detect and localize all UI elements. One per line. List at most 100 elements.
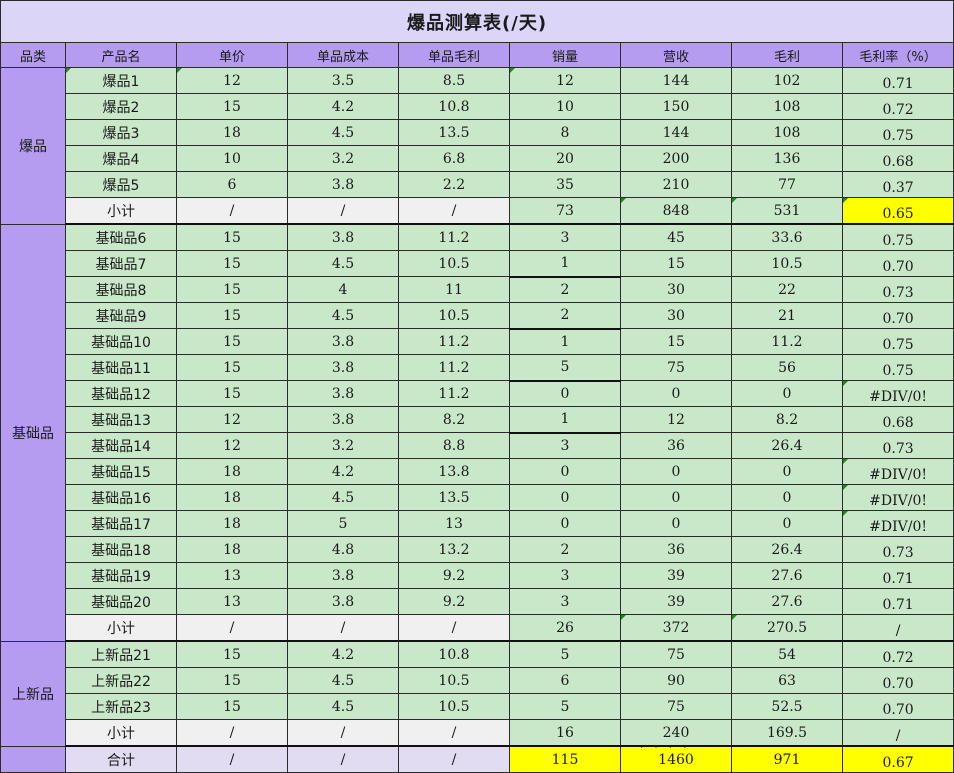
unit-profit-cell[interactable]: 9.2 (398, 562, 510, 589)
margin-rate-cell[interactable]: 0.68 (841, 406, 954, 433)
product-name-cell[interactable]: 基础品11 (65, 354, 177, 381)
sales-cell[interactable]: 3 (509, 223, 621, 251)
subtotal-product-name-cell[interactable]: 小计 (65, 197, 177, 225)
sales-cell[interactable]: 2 (509, 276, 621, 303)
unit-profit-cell[interactable]: 9.2 (398, 588, 510, 615)
gross-profit-cell[interactable]: 136 (731, 145, 843, 172)
unit-cost-cell[interactable]: 3.5 (287, 67, 399, 94)
sales-cell[interactable]: 1 (509, 328, 621, 355)
unit-price-cell[interactable]: 12 (176, 406, 288, 433)
unit-cost-cell[interactable]: 4.8 (287, 536, 399, 563)
unit-cost-cell[interactable]: 4.2 (287, 458, 399, 485)
margin-rate-cell[interactable]: 0.68 (841, 145, 954, 172)
gross-profit-cell[interactable]: 0 (731, 458, 843, 485)
gross-profit-cell[interactable]: 108 (731, 93, 843, 120)
unit-price-cell[interactable]: 15 (176, 302, 288, 329)
unit-profit-cell[interactable]: 2.2 (398, 171, 510, 198)
revenue-cell[interactable]: 0 (620, 458, 732, 485)
unit-cost-cell[interactable]: 4.5 (287, 119, 399, 146)
product-name-cell[interactable]: 基础品18 (65, 536, 177, 563)
sales-cell[interactable]: 0 (509, 380, 621, 407)
unit-cost-cell[interactable]: 3.8 (287, 223, 399, 251)
subtotal-sales-cell[interactable]: 16 (509, 719, 621, 747)
unit-price-cell[interactable]: 13 (176, 588, 288, 615)
revenue-cell[interactable]: 15 (620, 250, 732, 277)
revenue-cell[interactable]: 36 (620, 536, 732, 563)
subtotal-product-name-cell[interactable]: 小计 (65, 614, 177, 642)
revenue-cell[interactable]: 30 (620, 302, 732, 329)
revenue-cell[interactable]: 30 (620, 276, 732, 303)
margin-rate-cell[interactable]: 0.37 (841, 171, 954, 198)
subtotal-unit-cost-cell[interactable]: / (287, 719, 399, 747)
margin-rate-cell[interactable]: 0.70 (841, 693, 954, 720)
unit-profit-cell[interactable]: 10.5 (398, 250, 510, 277)
revenue-cell[interactable]: 144 (620, 67, 732, 94)
product-name-cell[interactable]: 基础品8 (65, 276, 177, 303)
product-name-cell[interactable]: 基础品19 (65, 562, 177, 589)
margin-rate-cell[interactable]: 0.75 (841, 354, 954, 381)
unit-price-cell[interactable]: 15 (176, 640, 288, 668)
revenue-cell[interactable]: 200 (620, 145, 732, 172)
category-cell[interactable]: 基础品 (0, 223, 66, 642)
gross-profit-cell[interactable]: 26.4 (731, 536, 843, 563)
total-unit-price-cell[interactable]: / (176, 745, 288, 773)
unit-price-cell[interactable]: 15 (176, 667, 288, 694)
product-name-cell[interactable]: 基础品17 (65, 510, 177, 537)
unit-price-cell[interactable]: 18 (176, 458, 288, 485)
product-name-cell[interactable]: 基础品10 (65, 328, 177, 355)
product-name-cell[interactable]: 爆品1 (65, 67, 177, 94)
total-unit-cost-cell[interactable]: / (287, 745, 399, 773)
product-name-cell[interactable]: 基础品7 (65, 250, 177, 277)
gross-profit-cell[interactable]: 63 (731, 667, 843, 694)
total-product-name-cell[interactable]: 合计 (65, 745, 177, 773)
unit-cost-cell[interactable]: 4.5 (287, 250, 399, 277)
unit-profit-cell[interactable]: 13.8 (398, 458, 510, 485)
margin-rate-cell[interactable]: 0.73 (841, 536, 954, 563)
total-gross-profit-cell[interactable]: 971 (731, 745, 843, 773)
sales-cell[interactable]: 3 (509, 432, 621, 459)
subtotal-unit-profit-cell[interactable]: / (398, 614, 510, 642)
margin-rate-cell[interactable]: #DIV/0! (841, 510, 954, 537)
margin-rate-cell[interactable]: 0.72 (841, 93, 954, 120)
product-name-cell[interactable]: 基础品9 (65, 302, 177, 329)
unit-profit-cell[interactable]: 10.5 (398, 302, 510, 329)
sales-cell[interactable]: 6 (509, 667, 621, 694)
header-unit-cost[interactable]: 单品成本 (287, 42, 399, 68)
gross-profit-cell[interactable]: 77 (731, 171, 843, 198)
unit-price-cell[interactable]: 13 (176, 562, 288, 589)
unit-price-cell[interactable]: 15 (176, 354, 288, 381)
unit-price-cell[interactable]: 15 (176, 276, 288, 303)
subtotal-sales-cell[interactable]: 73 (509, 197, 621, 225)
revenue-cell[interactable]: 45 (620, 223, 732, 251)
header-revenue[interactable]: 营收 (620, 42, 732, 68)
unit-price-cell[interactable]: 12 (176, 67, 288, 94)
unit-cost-cell[interactable]: 4 (287, 276, 399, 303)
header-product-name[interactable]: 产品名 (65, 42, 177, 68)
gross-profit-cell[interactable]: 102 (731, 67, 843, 94)
revenue-cell[interactable]: 75 (620, 640, 732, 668)
product-name-cell[interactable]: 基础品20 (65, 588, 177, 615)
unit-profit-cell[interactable]: 13 (398, 510, 510, 537)
gross-profit-cell[interactable]: 26.4 (731, 432, 843, 459)
margin-rate-cell[interactable]: #DIV/0! (841, 484, 954, 511)
revenue-cell[interactable]: 210 (620, 171, 732, 198)
subtotal-gross-profit-cell[interactable]: 270.5 (731, 614, 843, 642)
gross-profit-cell[interactable]: 0 (731, 380, 843, 407)
gross-profit-cell[interactable]: 27.6 (731, 562, 843, 589)
unit-price-cell[interactable]: 18 (176, 536, 288, 563)
unit-price-cell[interactable]: 15 (176, 693, 288, 720)
unit-profit-cell[interactable]: 8.5 (398, 67, 510, 94)
subtotal-margin-rate-cell[interactable]: 0.65 (841, 197, 954, 225)
unit-profit-cell[interactable]: 11 (398, 276, 510, 303)
header-sales-volume[interactable]: 销量 (509, 42, 621, 68)
sales-cell[interactable]: 2 (509, 536, 621, 563)
unit-profit-cell[interactable]: 13.5 (398, 119, 510, 146)
revenue-cell[interactable]: 39 (620, 562, 732, 589)
total-sales-cell[interactable]: 115 (509, 745, 621, 773)
sales-cell[interactable]: 12 (509, 67, 621, 94)
unit-price-cell[interactable]: 15 (176, 328, 288, 355)
product-name-cell[interactable]: 基础品13 (65, 406, 177, 433)
subtotal-revenue-cell[interactable]: 848 (620, 197, 732, 225)
sales-cell[interactable]: 3 (509, 562, 621, 589)
unit-cost-cell[interactable]: 4.2 (287, 93, 399, 120)
